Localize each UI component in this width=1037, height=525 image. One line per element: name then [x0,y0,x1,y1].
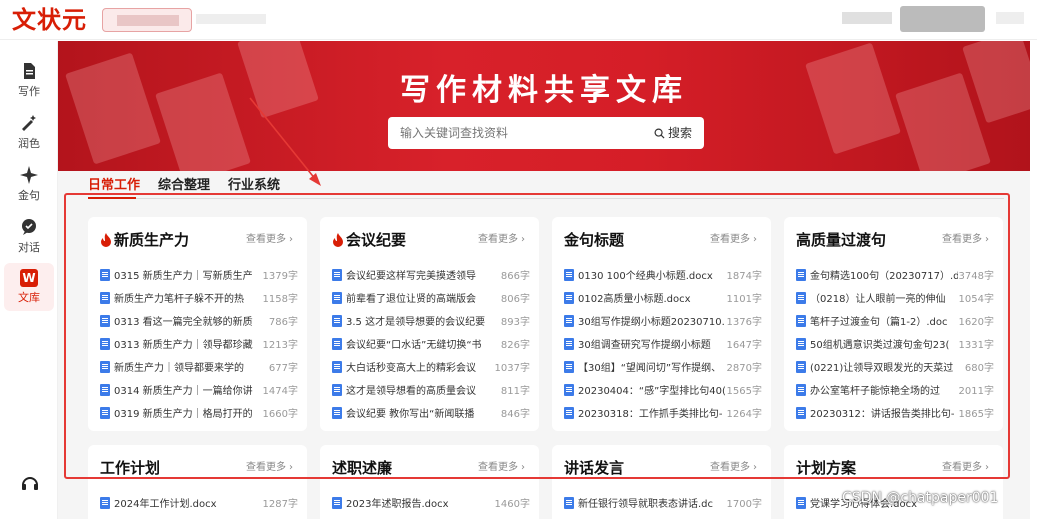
doc-file-icon [564,496,574,509]
library-icon: W [20,269,38,287]
file-list: 新任银行领导就职表态讲话.dc 1700字 [564,491,762,514]
list-item[interactable]: 2023年述职报告.docx 1460字 [332,491,530,514]
file-list: 2023年述职报告.docx 1460字 [332,491,530,514]
doc-file-icon [796,496,806,509]
sparkle-icon [20,166,38,184]
file-name: 2023年述职报告.docx [346,499,449,510]
list-item[interactable]: 新任银行领导就职表态讲话.dc 1700字 [564,491,762,514]
sidebar: 写作 润色 金句 对话 W 文库 [0,41,58,519]
word-count: 1460字 [494,499,530,510]
sidebar-item-label: 润色 [18,137,40,150]
doc-file-icon [332,496,342,509]
sidebar-item-label: 写作 [18,85,40,98]
document-icon [24,63,35,79]
search-icon [654,128,665,139]
redacted-text [996,12,1024,24]
app-logo[interactable]: 文状元 [12,5,87,35]
sidebar-item-write[interactable]: 写作 [4,55,54,103]
redacted-text [842,12,892,24]
file-name: 2024年工作计划.docx [114,499,217,510]
sidebar-item-label: 对话 [18,241,40,254]
sidebar-item-label: 金句 [18,189,40,202]
file-list: 2024年工作计划.docx 1287字 [100,491,298,514]
magic-wand-icon [22,115,36,131]
search-button-label: 搜索 [667,126,692,140]
sidebar-item-chat[interactable]: 对话 [4,211,54,259]
word-count: 1700字 [726,499,762,510]
sidebar-item-label: 文库 [18,291,40,304]
search-input[interactable] [400,123,630,143]
watermark: CSDN @chatpaper001 [842,490,999,506]
sidebar-item-quotes[interactable]: 金句 [4,159,54,207]
search-bar: 搜索 [388,117,704,149]
redacted-text [117,15,179,26]
chat-icon [22,219,36,235]
headset-icon[interactable] [20,474,40,494]
doc-file-icon [100,496,110,509]
word-count: 1287字 [262,499,298,510]
redacted-input[interactable] [102,8,192,32]
list-item[interactable]: 2024年工作计划.docx 1287字 [100,491,298,514]
sidebar-item-library[interactable]: W 文库 [4,263,54,311]
hero-banner: 写作材料共享文库 搜索 [58,41,1030,171]
redacted-avatar[interactable] [900,6,985,32]
file-name: 新任银行领导就职表态讲话.dc [578,499,714,510]
search-button[interactable]: 搜索 [654,124,692,142]
sidebar-item-polish[interactable]: 润色 [4,107,54,155]
annotation-rectangle [64,193,1010,479]
banner-title: 写作材料共享文库 [400,73,688,108]
redacted-text [196,14,266,24]
top-bar: 文状元 [0,0,1037,40]
